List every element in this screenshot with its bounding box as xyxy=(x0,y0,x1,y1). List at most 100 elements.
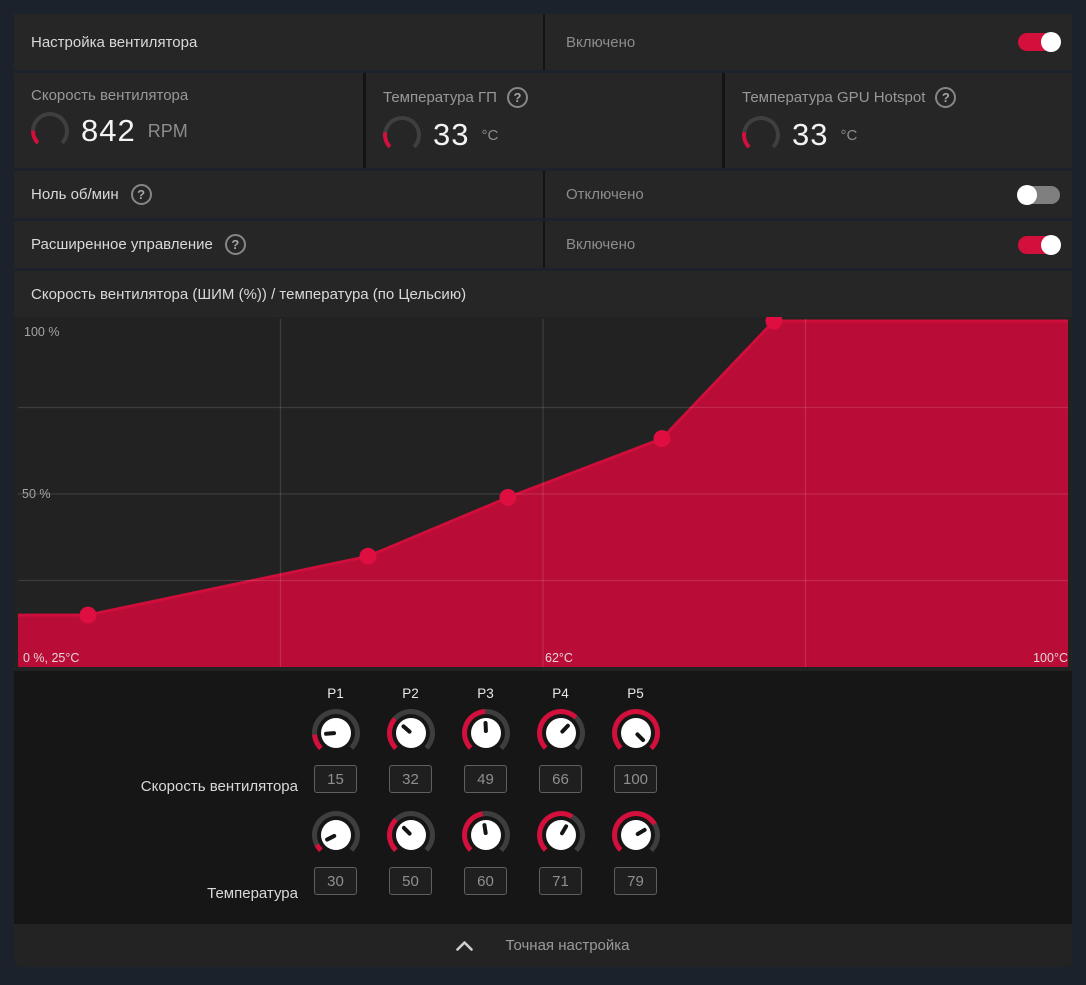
point-label: P2 xyxy=(402,681,419,705)
fan-tuning-state: Включено xyxy=(545,34,1018,51)
fine-tuning-label: Точная настройка xyxy=(505,937,629,954)
point-label: P5 xyxy=(627,681,644,705)
knob-needle xyxy=(323,731,335,736)
temperature-knob-P3[interactable] xyxy=(462,811,510,859)
ytick-100: 100 % xyxy=(24,325,59,339)
curve-point-4[interactable] xyxy=(654,430,671,447)
curve-point-1[interactable] xyxy=(80,607,97,624)
zero-rpm-row: Ноль об/мин ? Отключено xyxy=(14,171,1072,218)
temperature-input-P4[interactable] xyxy=(539,867,582,895)
toggle-thumb xyxy=(1041,235,1061,255)
help-icon[interactable]: ? xyxy=(935,87,956,108)
fan-speed-value: 842 xyxy=(81,113,136,149)
fan-speed-input-P2[interactable] xyxy=(389,765,432,793)
advanced-control-label: Расширенное управление xyxy=(31,236,213,253)
knob-needle xyxy=(559,824,569,836)
fan-speed-gauge-arc xyxy=(31,112,69,150)
fan-speed-knob-P4[interactable] xyxy=(537,709,585,757)
advanced-control-label-cell: Расширенное управление ? xyxy=(14,221,543,268)
fan-tuning-row: Настройка вентилятора Включено xyxy=(14,14,1072,70)
curve-point-2[interactable] xyxy=(360,548,377,565)
knob-needle xyxy=(483,721,488,733)
curve-point-column-P5: P5 xyxy=(598,681,673,895)
fan-curve-chart: 100 % 50 % 0 %, 25°C 62°C 100°C xyxy=(14,317,1072,671)
hotspot-temp-unit: °C xyxy=(840,127,857,144)
xtick-100: 100°C xyxy=(1033,651,1068,665)
fan-speed-gauge-cell: Скорость вентилятора 842 RPM xyxy=(14,73,363,168)
temperature-row-label: Температура xyxy=(207,885,298,902)
toggle-thumb xyxy=(1017,185,1037,205)
advanced-control-state: Включено xyxy=(545,236,1018,253)
temperature-input-P2[interactable] xyxy=(389,867,432,895)
knob-needle xyxy=(324,833,337,842)
gauges-row: Скорость вентилятора 842 RPM Температура… xyxy=(14,73,1072,168)
fan-speed-knob-P5[interactable] xyxy=(612,709,660,757)
fan-speed-input-P1[interactable] xyxy=(314,765,357,793)
fan-speed-knob-P1[interactable] xyxy=(312,709,360,757)
toggle-thumb xyxy=(1041,32,1061,52)
curve-point-column-P1: P1 xyxy=(298,681,373,895)
temperature-input-P1[interactable] xyxy=(314,867,357,895)
knob-needle xyxy=(559,723,570,734)
help-icon[interactable]: ? xyxy=(131,184,152,205)
point-label: P3 xyxy=(477,681,494,705)
chevron-up-icon xyxy=(456,941,473,951)
fan-tuning-state-cell: Включено xyxy=(545,14,1072,70)
hotspot-temp-gauge-arc xyxy=(742,116,780,154)
point-label: P1 xyxy=(327,681,344,705)
fan-speed-input-P4[interactable] xyxy=(539,765,582,793)
temperature-knob-P1[interactable] xyxy=(312,811,360,859)
temperature-input-P3[interactable] xyxy=(464,867,507,895)
knob-grid: P1 P2 xyxy=(298,681,673,895)
chart-title: Скорость вентилятора (ШИМ (%)) / темпера… xyxy=(31,286,466,303)
fan-tuning-label-cell: Настройка вентилятора xyxy=(14,14,543,70)
chart-title-bar: Скорость вентилятора (ШИМ (%)) / темпера… xyxy=(14,271,1072,317)
fan-speed-gauge-label: Скорость вентилятора xyxy=(31,87,188,104)
hotspot-temp-gauge-cell: Температура GPU Hotspot ? 33 °C xyxy=(725,73,1072,168)
curve-editor: Скорость вентилятора Температура P1 P2 xyxy=(14,671,1072,924)
temperature-knob-P5[interactable] xyxy=(612,811,660,859)
zero-rpm-state: Отключено xyxy=(545,186,1018,203)
zero-rpm-label: Ноль об/мин xyxy=(31,186,119,203)
fan-speed-unit: RPM xyxy=(148,121,188,142)
zero-rpm-state-cell: Отключено xyxy=(545,171,1072,218)
hotspot-temp-value: 33 xyxy=(792,117,828,153)
zero-rpm-label-cell: Ноль об/мин ? xyxy=(14,171,543,218)
temperature-input-P5[interactable] xyxy=(614,867,657,895)
curve-point-column-P3: P3 xyxy=(448,681,523,895)
temperature-knob-P2[interactable] xyxy=(387,811,435,859)
fan-speed-row-label: Скорость вентилятора xyxy=(141,778,298,795)
knob-needle xyxy=(401,825,412,836)
knob-needle xyxy=(634,827,646,837)
advanced-control-row: Расширенное управление ? Включено xyxy=(14,221,1072,268)
gpu-temp-gauge-arc xyxy=(383,116,421,154)
fan-speed-knob-P2[interactable] xyxy=(387,709,435,757)
knob-needle xyxy=(400,724,412,735)
help-icon[interactable]: ? xyxy=(225,234,246,255)
xtick-62: 62°C xyxy=(545,651,573,665)
fan-speed-input-P3[interactable] xyxy=(464,765,507,793)
gpu-temp-unit: °C xyxy=(481,127,498,144)
help-icon[interactable]: ? xyxy=(507,87,528,108)
fan-tuning-label: Настройка вентилятора xyxy=(14,34,197,51)
knob-needle xyxy=(634,732,645,743)
advanced-control-toggle[interactable] xyxy=(1018,236,1060,254)
fan-speed-input-P5[interactable] xyxy=(614,765,657,793)
hotspot-temp-gauge-label: Температура GPU Hotspot xyxy=(742,89,925,106)
zero-rpm-toggle[interactable] xyxy=(1018,186,1060,204)
curve-point-column-P4: P4 xyxy=(523,681,598,895)
curve-point-3[interactable] xyxy=(500,489,517,506)
ytick-50: 50 % xyxy=(22,487,51,501)
fine-tuning-collapse-bar[interactable]: Точная настройка xyxy=(14,924,1072,967)
fan-tuning-toggle[interactable] xyxy=(1018,33,1060,51)
temperature-knob-P4[interactable] xyxy=(537,811,585,859)
advanced-control-state-cell: Включено xyxy=(545,221,1072,268)
origin-label: 0 %, 25°C xyxy=(23,651,79,665)
curve-point-column-P2: P2 xyxy=(373,681,448,895)
fan-speed-knob-P3[interactable] xyxy=(462,709,510,757)
gpu-temp-value: 33 xyxy=(433,117,469,153)
gpu-temp-gauge-cell: Температура ГП ? 33 °C xyxy=(366,73,722,168)
point-label: P4 xyxy=(552,681,569,705)
fan-tuning-panel: Настройка вентилятора Включено Скорость … xyxy=(14,14,1072,967)
gpu-temp-gauge-label: Температура ГП xyxy=(383,89,497,106)
